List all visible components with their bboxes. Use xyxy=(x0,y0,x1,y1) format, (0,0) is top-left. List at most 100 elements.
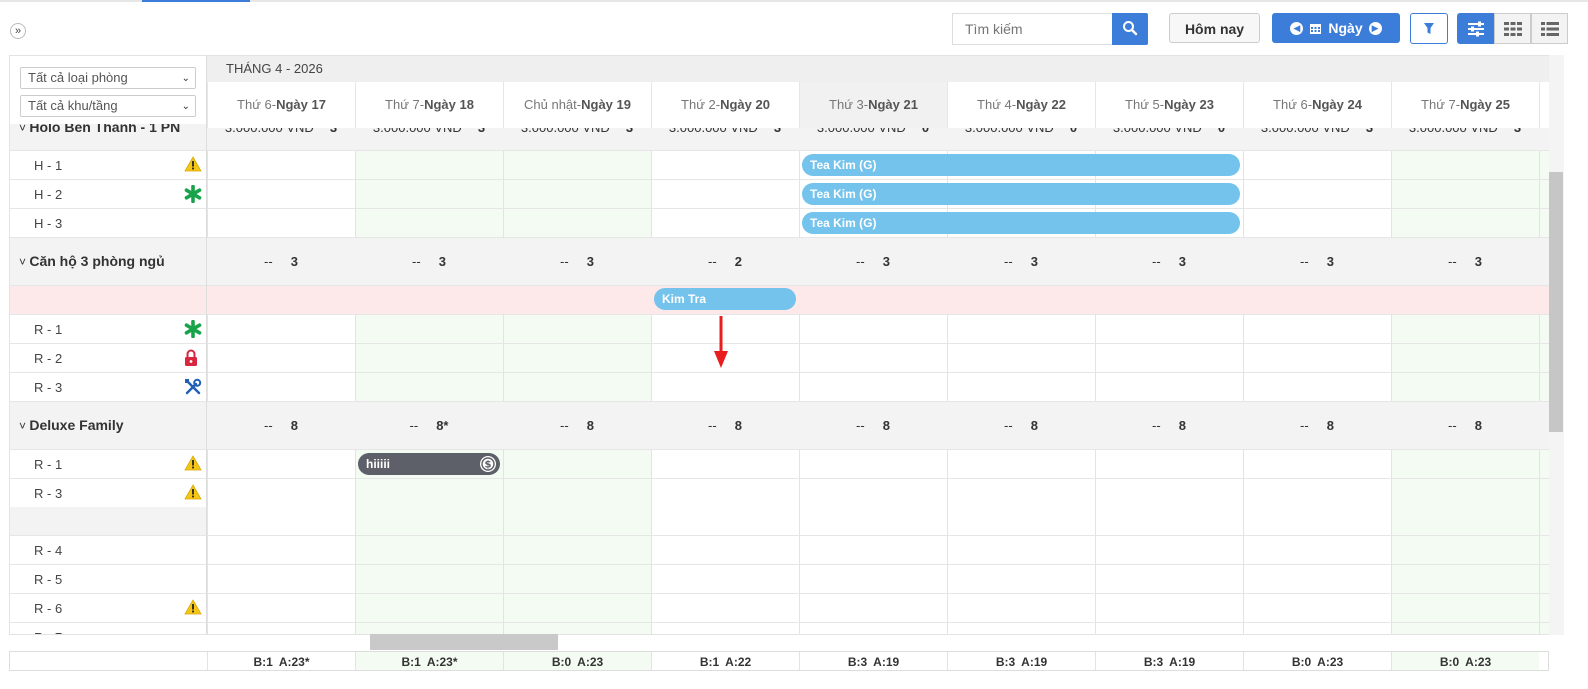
available-count: 8 xyxy=(734,418,742,433)
today-button[interactable]: Hôm nay xyxy=(1169,13,1260,43)
day-date: Ngày 21 xyxy=(868,97,918,112)
room-list-panel xyxy=(10,56,207,634)
day-header: Thứ 5-Ngày 23 xyxy=(1095,82,1243,128)
booked-count: B:0 xyxy=(551,655,572,669)
rate-value: -- xyxy=(560,254,569,269)
rate-value: -- xyxy=(708,254,717,269)
day-header: Thứ 2-Ngày 20 xyxy=(651,82,799,128)
room-type-select[interactable]: Tất cả loại phòng ⌄ xyxy=(20,67,196,89)
availability-cell[interactable]: -- 8* xyxy=(355,418,503,433)
summary-footer: B:1 A:23* B:1 A:23* B:0 A:23 B:1 A:22 B:3 A:19 B:3… xyxy=(9,651,1549,671)
expand-sidebar-button[interactable]: » xyxy=(10,23,26,39)
vertical-scrollbar[interactable] xyxy=(1549,172,1563,432)
availability-cell[interactable]: -- 8 xyxy=(799,418,947,433)
day-of-week: Thứ 2- xyxy=(681,97,721,112)
daily-summary-cell: B:3 A:19 xyxy=(799,652,947,670)
rate-value: -- xyxy=(1300,418,1309,433)
rate-value: -- xyxy=(1448,254,1457,269)
available-total: A:23 xyxy=(577,655,604,669)
availability-cell[interactable]: -- 8 xyxy=(503,418,651,433)
rate-value: -- xyxy=(1152,418,1161,433)
prev-icon[interactable]: ◀ xyxy=(1290,21,1304,35)
room-row: R - 6 xyxy=(10,594,1549,623)
day-header: Thứ 6-Ngày 24 xyxy=(1243,82,1391,128)
availability-cell[interactable]: -- 8 xyxy=(207,418,355,433)
filter-button[interactable] xyxy=(1410,13,1448,44)
top-tab-line xyxy=(0,0,1588,2)
room-row: H - 2 xyxy=(10,180,1549,209)
available-count: 8 xyxy=(1474,418,1482,433)
day-date: Ngày 25 xyxy=(1460,97,1510,112)
rate-value: -- xyxy=(264,254,273,269)
availability-cell[interactable]: -- 8 xyxy=(1095,418,1243,433)
room-row: R - 7 xyxy=(10,623,1549,634)
availability-cell[interactable]: -- 8 xyxy=(651,418,799,433)
search-button[interactable] xyxy=(1112,13,1148,45)
horizontal-scrollbar[interactable] xyxy=(370,634,558,650)
booking-bar[interactable]: Tea Kim (G) xyxy=(802,183,1240,205)
search-icon xyxy=(1123,20,1138,35)
grid-view-button[interactable] xyxy=(1494,13,1531,44)
availability-cell[interactable]: -- 3 xyxy=(1391,254,1539,269)
daily-summary-cell: B:0 A:23 xyxy=(503,652,651,670)
day-of-week: Thứ 6- xyxy=(1273,97,1313,112)
availability-cell[interactable]: -- 8 xyxy=(1391,418,1539,433)
daily-summary-cell: B:3 A:19 xyxy=(947,652,1095,670)
rate-value: -- xyxy=(1004,418,1013,433)
day-label: Ngày xyxy=(1328,20,1363,36)
booking-bar[interactable]: hiiiii $ xyxy=(358,453,500,475)
availability-cell[interactable]: -- 3 xyxy=(1243,254,1391,269)
area-select[interactable]: Tất cả khu/tầng ⌄ xyxy=(20,95,196,117)
search-input[interactable] xyxy=(952,13,1112,45)
day-date: Ngày 17 xyxy=(276,97,326,112)
booked-count: B:3 xyxy=(995,655,1016,669)
chevron-down-icon: ⌄ xyxy=(181,73,190,84)
room-row: R - 1 xyxy=(10,315,1549,344)
available-count: 8 xyxy=(1030,418,1038,433)
booking-bar[interactable]: Tea Kim (G) xyxy=(802,212,1240,234)
room-row: R - 3 xyxy=(10,479,1549,536)
available-count: 3 xyxy=(1030,254,1038,269)
available-count: 3 xyxy=(1178,254,1186,269)
available-count: 8 xyxy=(1326,418,1334,433)
booking-bar[interactable]: Tea Kim (G) xyxy=(802,154,1240,176)
room-row: R - 2 xyxy=(10,344,1549,373)
availability-cell[interactable]: -- 3 xyxy=(207,254,355,269)
room-row: R - 5 xyxy=(10,565,1549,594)
timeline-view-button[interactable] xyxy=(1457,13,1494,44)
availability-cell[interactable]: -- 2 xyxy=(651,254,799,269)
day-header: Chủ nhật-Ngày 19 xyxy=(503,82,651,128)
day-view-button[interactable]: ◀ Ngày ▶ xyxy=(1272,13,1400,43)
available-total: A:23* xyxy=(426,655,458,669)
day-date: Ngày 24 xyxy=(1312,97,1362,112)
availability-cell[interactable]: -- 8 xyxy=(947,418,1095,433)
availability-cell[interactable]: -- 3 xyxy=(355,254,503,269)
available-count: 3 xyxy=(1326,254,1334,269)
chevron-down-icon: ⌄ xyxy=(181,101,190,112)
month-label: THÁNG 4 - 2026 xyxy=(226,61,323,76)
available-count: 8 xyxy=(882,418,890,433)
rate-value: -- xyxy=(409,418,419,433)
available-total: A:23 xyxy=(1317,655,1344,669)
list-view-button[interactable] xyxy=(1531,13,1568,44)
filter-icon xyxy=(1424,23,1434,34)
available-total: A:19 xyxy=(873,655,900,669)
daily-summary-cell: B:1 A:22 xyxy=(651,652,799,670)
available-count: 3 xyxy=(1474,254,1482,269)
next-icon[interactable]: ▶ xyxy=(1368,21,1382,35)
available-count: 8* xyxy=(436,418,449,433)
availability-cell[interactable]: -- 3 xyxy=(947,254,1095,269)
booking-bar[interactable]: Kim Tra xyxy=(654,288,796,310)
availability-cell[interactable]: -- 3 xyxy=(799,254,947,269)
availability-cell[interactable]: -- 3 xyxy=(1095,254,1243,269)
booking-calendar-grid: THÁNG 4 - 2026 ˅ Holo Ben Thanh - 1 PN3.… xyxy=(9,55,1549,635)
day-date: Ngày 20 xyxy=(720,97,770,112)
room-type-row: ˅ Deluxe Family -- 8 -- 8* -- 8 -- 8 -- 8 -- 8 -- 8 -- 8… xyxy=(10,402,1549,450)
grid-icon xyxy=(1503,21,1522,36)
availability-cell[interactable]: -- 8 xyxy=(1243,418,1391,433)
day-header: Thứ 3-Ngày 21 xyxy=(799,82,947,128)
daily-summary-cell: B:3 A:19 xyxy=(1095,652,1243,670)
payment-icon[interactable]: $ xyxy=(479,455,497,480)
availability-cell[interactable]: -- 3 xyxy=(503,254,651,269)
available-count: 3 xyxy=(882,254,890,269)
